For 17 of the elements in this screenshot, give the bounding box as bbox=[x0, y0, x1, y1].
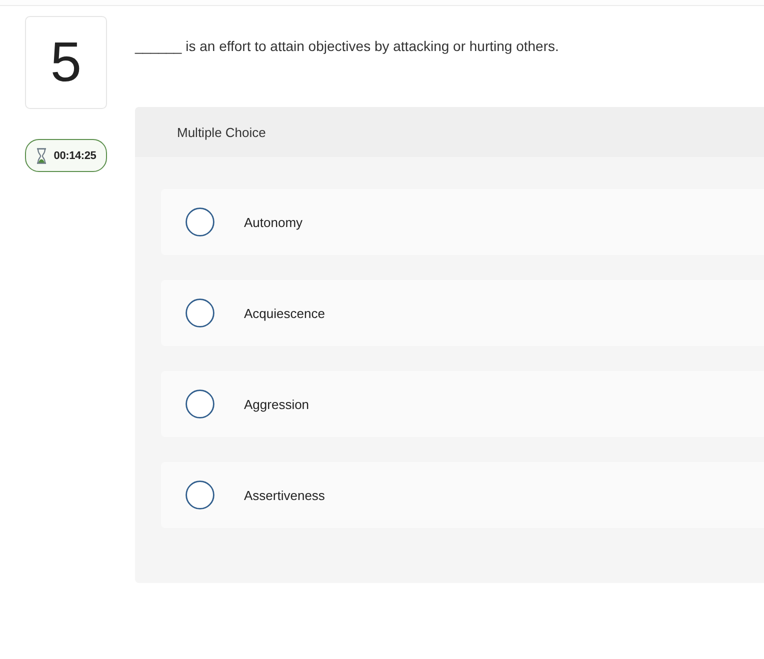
question-number: 5 bbox=[25, 16, 107, 109]
option-label: Acquiescence bbox=[244, 306, 325, 320]
question-type-header: Multiple Choice bbox=[135, 107, 764, 157]
radio-button[interactable] bbox=[185, 207, 215, 237]
hourglass-icon bbox=[36, 148, 47, 164]
radio-button[interactable] bbox=[185, 480, 215, 510]
option-label: Autonomy bbox=[244, 214, 303, 230]
option-label: Aggression bbox=[244, 396, 310, 412]
radio-button[interactable] bbox=[185, 389, 215, 419]
radio-button[interactable] bbox=[185, 298, 215, 328]
answer-option[interactable]: Acquiescence bbox=[161, 280, 764, 346]
answer-option[interactable]: Aggression bbox=[161, 371, 764, 437]
option-label: Assertiveness bbox=[244, 488, 325, 502]
timer-text: 00:14:25 bbox=[54, 150, 96, 162]
answer-option[interactable]: Assertiveness bbox=[161, 462, 764, 528]
answer-option[interactable]: Autonomy bbox=[161, 189, 764, 255]
question-text: ______ is an effort to attain objectives by attacking or hurting others. bbox=[135, 37, 559, 55]
